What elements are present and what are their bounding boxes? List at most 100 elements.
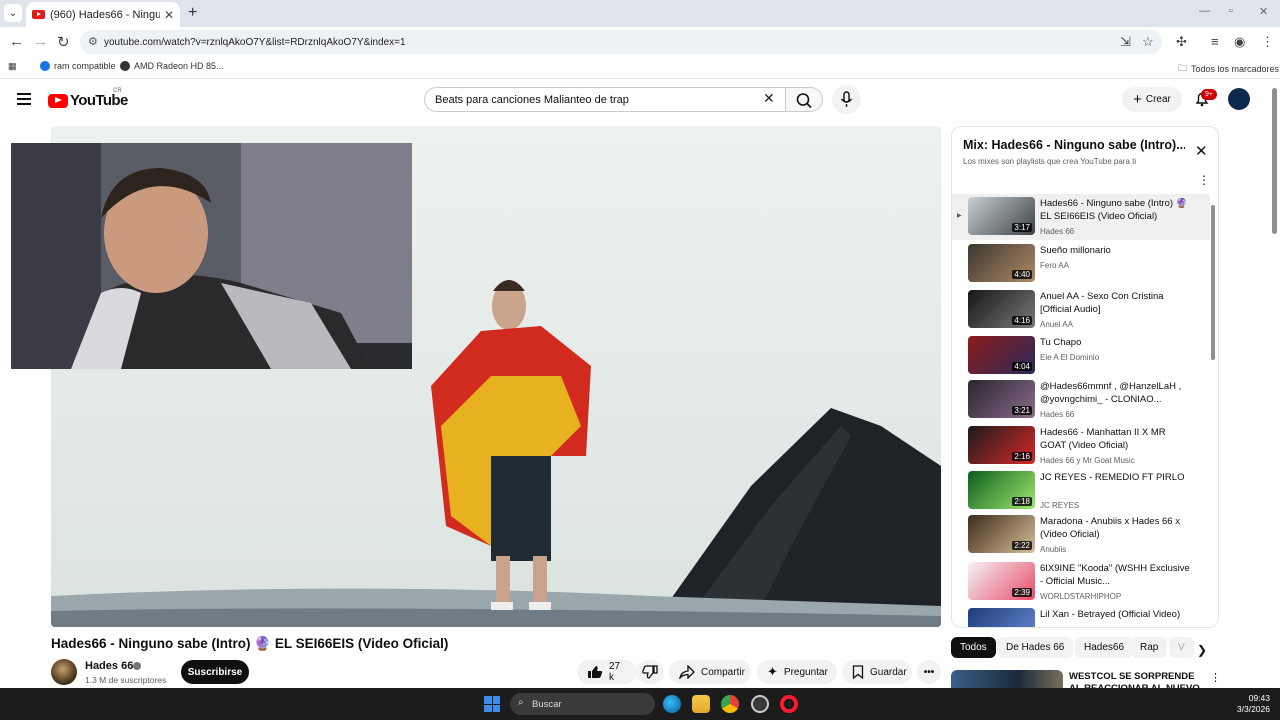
chevron-right-icon[interactable]: ❯ <box>1197 643 1207 657</box>
duration-badge: 4:04 <box>1012 362 1032 371</box>
channel-avatar[interactable] <box>51 659 77 685</box>
new-tab-icon[interactable]: + <box>188 4 197 22</box>
clock-date: 3/3/2026 <box>1236 704 1270 714</box>
browser-tab-active[interactable]: (960) Hades66 - Ninguno sabe ✕ <box>26 2 180 27</box>
all-bookmarks-folder[interactable]: 🗀 Todos los marcadores <box>1178 61 1279 77</box>
media-controls-icon[interactable]: ≡ <box>1211 34 1219 49</box>
more-vertical-icon[interactable]: ⋮ <box>1198 173 1210 187</box>
system-clock[interactable]: 09:43 3/3/2026 <box>1230 693 1270 715</box>
more-vertical-icon[interactable]: ⋮ <box>1210 671 1221 684</box>
window-restore-icon[interactable]: ▫ <box>1229 5 1233 17</box>
verified-badge-icon <box>133 662 141 670</box>
duration-badge: 4:16 <box>1012 316 1032 325</box>
playlist-item-title: @Hades66mmnf , @HanzelLaH , @yovngchimi_… <box>1040 381 1182 405</box>
duration-badge: 3:17 <box>1012 223 1032 232</box>
address-bar[interactable]: ⚙ youtube.com/watch?v=rznlqAkoO7Y&list=R… <box>80 30 1162 54</box>
taskbar-search[interactable]: ⌕ Buscar <box>510 693 655 715</box>
recommended-title[interactable]: WESTCOL SE SORPRENDE AL REACCIONAR AL NU… <box>1069 671 1201 688</box>
all-bookmarks-label: Todos los marcadores <box>1191 64 1280 74</box>
playlist-item-channel: WORLDSTARHIPHOP <box>1040 592 1122 601</box>
share-button[interactable]: Compartir <box>669 660 751 684</box>
more-actions-button[interactable]: ••• <box>917 660 941 684</box>
youtube-wordmark: YouTube <box>70 92 128 109</box>
playlist-item-channel: JC REYES <box>1040 501 1080 510</box>
playlist-item[interactable]: 4:16 Anuel AA - Sexo Con Cristina [Offici… <box>952 287 1210 333</box>
clear-search-icon[interactable]: ✕ <box>763 90 775 107</box>
install-app-icon[interactable]: ⇲ <box>1120 34 1131 50</box>
playlist-item[interactable]: ▶ 3:17 Hades66 - Ninguno sabe (Intro) 🔮 EL… <box>952 194 1210 240</box>
hamburger-menu-icon[interactable] <box>17 93 31 105</box>
account-avatar[interactable] <box>1228 88 1250 110</box>
chip-rap[interactable]: Rap <box>1131 637 1168 658</box>
playlist-thumbnail <box>968 608 1035 627</box>
thumbs-up-icon <box>588 666 603 678</box>
playlist-item[interactable]: 2:22 Maradona - Anubiis x Hades 66 x (Vid… <box>952 512 1210 558</box>
search-input[interactable]: Beats para canciones Malianteo de trap <box>424 87 786 112</box>
bookmarks-bar: ▦ ram compatible AMD Radeon HD 85... 🗀 T… <box>0 57 1280 79</box>
playlist-item-channel: Hades 66 y Mr Goat Music <box>1040 456 1135 465</box>
bookmark-ram-compatible[interactable]: ram compatible <box>40 61 116 71</box>
dislike-button[interactable] <box>636 660 664 684</box>
share-label: Compartir <box>701 666 745 678</box>
page-scrollbar[interactable] <box>1272 88 1277 234</box>
playlist-panel: Mix: Hades66 - Ninguno sabe (Intro)... L… <box>951 126 1219 628</box>
chip-hades66[interactable]: Hades66 <box>1075 637 1134 658</box>
tab-search-chevron-icon[interactable]: ⌄ <box>4 4 22 22</box>
window-minimize-icon[interactable]: — <box>1199 5 1210 17</box>
tab-close-icon[interactable]: ✕ <box>164 8 174 22</box>
playlist-item[interactable]: 2:39 6IX9INE "Kooda" (WSHH Exclusive - Of… <box>952 559 1210 605</box>
window-close-icon[interactable]: ✕ <box>1259 5 1268 18</box>
playlist-item-title: Lil Xan - Betrayed (Official Video) <box>1040 609 1181 620</box>
playlist-title[interactable]: Mix: Hades66 - Ninguno sabe (Intro)... <box>963 138 1185 152</box>
recommended-thumbnail[interactable] <box>951 670 1063 688</box>
playlist-item[interactable]: 3:21 @Hades66mmnf , @HanzelLaH , @yovngch… <box>952 377 1210 423</box>
chip-de-hades-66[interactable]: De Hades 66 <box>997 637 1074 658</box>
chip-all[interactable]: Todos <box>951 637 996 658</box>
search-button[interactable] <box>786 87 823 112</box>
voice-search-button[interactable] <box>832 85 861 114</box>
forward-arrow-icon[interactable]: → <box>33 33 48 50</box>
file-explorer-icon[interactable] <box>692 695 710 713</box>
apps-grid-icon[interactable]: ▦ <box>8 61 17 72</box>
channel-name[interactable]: Hades 66 <box>85 660 133 672</box>
playlist-item[interactable]: 4:04 Tu Chapo Ele A El Dominio <box>952 333 1210 379</box>
extensions-icon[interactable]: ✣ <box>1176 34 1187 50</box>
playlist-item-channel: Ele A El Dominio <box>1040 353 1100 362</box>
browser-tab-bar: ⌄ (960) Hades66 - Ninguno sabe ✕ + — ▫ ✕ <box>0 0 1280 27</box>
playlist-item-channel: Hades 66 <box>1040 410 1075 419</box>
opera-icon[interactable] <box>780 695 798 713</box>
chip-partial[interactable]: V <box>1169 637 1194 658</box>
subscribe-button[interactable]: Suscribirse <box>181 660 249 684</box>
reload-icon[interactable]: ↻ <box>57 33 70 51</box>
youtube-logo[interactable]: YouTube CR <box>48 88 128 109</box>
search-icon: ⌕ <box>518 697 524 708</box>
back-arrow-icon[interactable]: ← <box>9 33 24 50</box>
playlist-scrollbar[interactable] <box>1211 205 1215 360</box>
search-input-value: Beats para canciones Malianteo de trap <box>435 93 629 106</box>
bookmark-favicon-icon <box>40 61 50 71</box>
like-button[interactable]: 27 k <box>577 660 637 684</box>
playlist-thumbnail: 4:04 <box>968 336 1035 374</box>
playlist-item[interactable]: 2:16 Hades66 - Manhattan II X MR GOAT (Vi… <box>952 423 1210 469</box>
bookmark-label: ram compatible <box>54 61 116 71</box>
playlist-item[interactable]: 2:18 JC REYES - REMEDIO FT PIRLO JC REYES <box>952 468 1210 514</box>
tab-title: (960) Hades66 - Ninguno sabe <box>50 8 160 21</box>
app-icon[interactable] <box>751 695 769 713</box>
close-icon[interactable]: ✕ <box>1195 142 1208 160</box>
windows-start-icon[interactable] <box>484 696 500 712</box>
create-button[interactable]: + Crear <box>1122 87 1182 112</box>
site-settings-icon[interactable]: ⚙ <box>88 35 98 48</box>
profile-icon[interactable]: ◉ <box>1234 34 1245 50</box>
chrome-icon[interactable] <box>721 695 739 713</box>
playlist-item[interactable]: Lil Xan - Betrayed (Official Video) <box>952 605 1210 627</box>
edge-icon[interactable] <box>663 695 681 713</box>
playlist-item-channel: Anuel AA <box>1040 320 1073 329</box>
browser-menu-icon[interactable]: ⋮ <box>1261 34 1274 50</box>
bookmark-star-icon[interactable]: ☆ <box>1142 34 1154 50</box>
playlist-item[interactable]: 4:40 Sueño millonario Fero AA <box>952 241 1210 287</box>
bookmark-amd-radeon[interactable]: AMD Radeon HD 85... <box>120 61 224 71</box>
plus-icon: + <box>1133 91 1142 108</box>
save-button[interactable]: Guardar <box>842 660 912 684</box>
youtube-play-icon <box>48 93 68 108</box>
ask-button[interactable]: ✦ Preguntar <box>757 660 837 684</box>
